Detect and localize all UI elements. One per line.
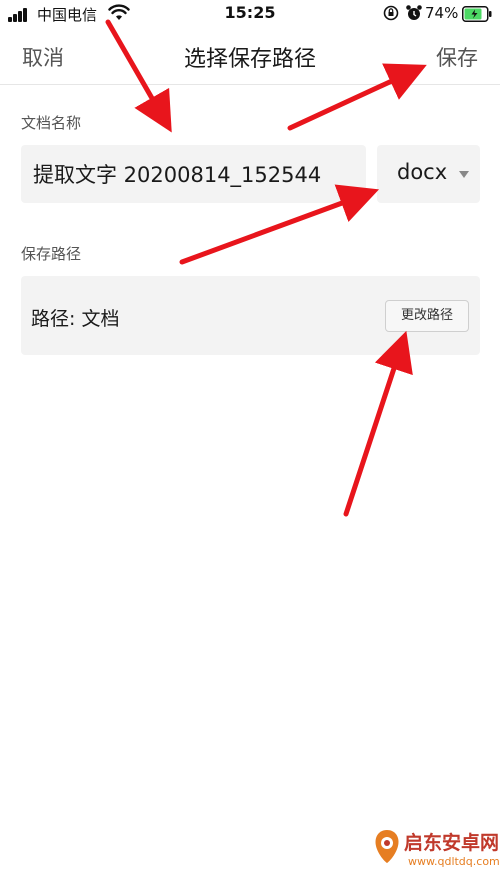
watermark-title: 启东安卓网 — [404, 832, 500, 854]
nav-bar: 取消 选择保存路径 保存 — [0, 28, 500, 85]
battery-icon — [462, 6, 492, 22]
filename-value[interactable]: 提取文字 20200814_152544 — [33, 159, 321, 189]
annotation-arrows — [105, 19, 427, 517]
arrow-to-change-path — [343, 330, 413, 517]
change-path-button[interactable]: 更改路径 — [385, 300, 469, 332]
save-path-row: 路径: 文档 更改路径 — [21, 276, 480, 355]
rotation-lock-icon — [383, 5, 399, 21]
extension-dropdown[interactable]: docx — [377, 145, 480, 203]
extension-value: docx — [397, 160, 448, 184]
save-button[interactable]: 保存 — [436, 42, 478, 72]
watermark-logo-icon — [375, 830, 399, 863]
document-name-label: 文档名称 — [21, 114, 82, 132]
battery-percent: 74% — [425, 4, 459, 22]
caret-down-icon — [459, 171, 469, 178]
filename-field[interactable]: 提取文字 20200814_152544 — [21, 145, 366, 203]
page-title: 选择保存路径 — [183, 47, 316, 72]
save-path-label: 保存路径 — [21, 245, 82, 263]
status-bar: 中国电信 15:25 74% — [0, 0, 500, 28]
path-value: 路径: 文档 — [31, 308, 120, 330]
watermark: 启东安卓网 www.qdltdq.com — [372, 822, 500, 882]
alarm-icon — [406, 5, 422, 20]
watermark-url: www.qdltdq.com — [408, 855, 500, 868]
